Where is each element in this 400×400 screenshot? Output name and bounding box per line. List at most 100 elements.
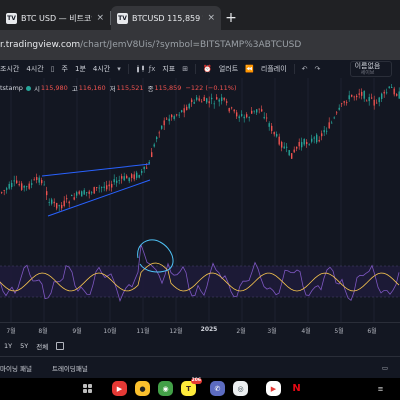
- toolbar-divider: [195, 64, 197, 74]
- candle-body: [206, 98, 208, 103]
- url-path: /chart/JemV8Uis/?symbol=BITSTAMP%3ABTCUS…: [80, 40, 302, 50]
- candle-body: [396, 94, 398, 96]
- candle-body: [358, 93, 360, 95]
- candle-body: [48, 202, 50, 203]
- chart-canvas[interactable]: [0, 78, 400, 322]
- candle-body: [118, 180, 120, 181]
- candle-body: [218, 99, 220, 102]
- candle-body: [216, 97, 218, 100]
- url-text[interactable]: r.tradingview.com/chart/JemV8Uis/?symbol…: [0, 40, 301, 50]
- candle-body: [36, 177, 38, 180]
- close-icon[interactable]: ×: [96, 13, 104, 23]
- candle-body: [168, 118, 170, 122]
- tab-trading-panel[interactable]: 트레이딩패널: [52, 363, 88, 373]
- alert-button[interactable]: 얼러트: [219, 64, 238, 74]
- youtube-icon[interactable]: ▶: [266, 381, 281, 396]
- interval-4h-alt[interactable]: 4시간: [93, 64, 110, 74]
- symbol-name[interactable]: tstamp: [0, 84, 23, 92]
- templates-grid-icon[interactable]: ⊞: [182, 65, 188, 73]
- open-value: 115,980: [40, 84, 68, 92]
- candle-body: [53, 201, 55, 204]
- candle-body: [301, 142, 303, 148]
- candle-body: [101, 186, 103, 188]
- candle-body: [373, 99, 375, 106]
- candle-body: [388, 86, 390, 88]
- time-tick: 12월: [169, 328, 183, 335]
- candle-body: [41, 180, 43, 184]
- close-icon[interactable]: ×: [207, 13, 215, 23]
- candle-body: [203, 97, 205, 102]
- browser-tab-2[interactable]: TV BTCUSD 115,859 ▼ −0.11% ×: [111, 6, 221, 30]
- range-1y-button[interactable]: 1Y: [4, 342, 12, 350]
- alert-clock-icon[interactable]: ⏰: [203, 65, 212, 73]
- price-chart[interactable]: [0, 78, 400, 322]
- kakaotalk-app-icon[interactable]: T 206: [181, 378, 202, 396]
- layout-save-button[interactable]: 이름없음 세이브: [350, 61, 392, 77]
- candle-icon[interactable]: [136, 65, 146, 73]
- browser-tab-strip: TV BTC USD — 비트코인 가격 및 × TV BTCUSD 115,8…: [0, 0, 400, 30]
- candle-body: [381, 93, 383, 99]
- flag-app-icon[interactable]: ▶: [112, 381, 127, 396]
- range-5y-button[interactable]: 5Y: [20, 342, 28, 350]
- grid-icon[interactable]: [83, 384, 92, 393]
- replay-button[interactable]: 리플레이: [261, 64, 287, 74]
- candle-body: [201, 101, 203, 103]
- candle-body: [393, 88, 395, 95]
- indicators-button[interactable]: 지표: [162, 64, 175, 74]
- candle-body: [173, 116, 175, 119]
- candle-body: [28, 183, 30, 189]
- candle-body: [1, 192, 3, 194]
- recent-apps-icon[interactable]: ≡: [373, 381, 388, 396]
- interval-1m[interactable]: 1분: [75, 64, 86, 74]
- phone-app-icon[interactable]: ✆: [210, 381, 225, 396]
- candle-body: [98, 187, 100, 189]
- new-tab-button[interactable]: +: [221, 6, 241, 30]
- browser-tab-1[interactable]: TV BTC USD — 비트코인 가격 및 ×: [0, 6, 110, 30]
- more-icon[interactable]: ▭: [382, 364, 388, 372]
- candle-body: [233, 109, 235, 112]
- range-all-button[interactable]: 전체: [36, 341, 48, 351]
- candle-body: [306, 142, 308, 145]
- toolbar-divider: [127, 64, 129, 74]
- candle-style-icon[interactable]: ▯: [51, 65, 55, 73]
- undo-icon[interactable]: ↶: [302, 65, 308, 73]
- candle-body: [283, 146, 285, 149]
- candle-body: [111, 183, 113, 188]
- browser-app-icon[interactable]: ◎: [233, 381, 248, 396]
- candle-body: [331, 122, 333, 124]
- candle-body: [278, 136, 280, 145]
- candle-body: [368, 97, 370, 102]
- candle-body: [33, 179, 35, 181]
- candle-body: [18, 184, 20, 186]
- replay-icon[interactable]: ⏪: [245, 65, 254, 73]
- candle-body: [63, 200, 65, 207]
- interval-4h[interactable]: 4시간: [26, 64, 43, 74]
- indicators-fx-icon[interactable]: ƒx: [149, 65, 156, 73]
- time-tick: 9월: [72, 328, 82, 335]
- time-axis[interactable]: 7월 8월 9월 10월 11월 12월 2025 2월 3월 4월 5월 6월: [0, 322, 400, 336]
- candle-body: [323, 130, 325, 133]
- interval-week[interactable]: 주: [62, 64, 68, 74]
- candle-body: [71, 194, 73, 197]
- candle-body: [11, 182, 13, 188]
- address-bar[interactable]: r.tradingview.com/chart/JemV8Uis/?symbol…: [0, 30, 400, 60]
- tab-mining-panel[interactable]: 마이닝 패널: [0, 363, 32, 373]
- candle-body: [353, 96, 355, 98]
- candle-body: [338, 107, 340, 110]
- camera-app-icon[interactable]: ◉: [158, 381, 173, 396]
- taskbar: ▶ ● ◉ T 206 ✆ ◎ ▶ N ≡: [0, 378, 400, 400]
- candle-body: [88, 191, 90, 194]
- chevron-down-icon[interactable]: ▾: [117, 65, 121, 73]
- close-value: 115,859: [154, 84, 182, 92]
- redo-icon[interactable]: ↷: [315, 65, 321, 73]
- candle-body: [83, 190, 85, 195]
- candle-body: [171, 114, 173, 118]
- candle-body: [128, 177, 130, 182]
- candle-body: [293, 149, 295, 153]
- netflix-icon[interactable]: N: [289, 381, 304, 396]
- message-app-icon[interactable]: ●: [135, 381, 150, 396]
- candle-body: [8, 183, 10, 189]
- calendar-icon[interactable]: [56, 342, 65, 350]
- interval-daily[interactable]: 조시간: [0, 64, 19, 74]
- toolbar-divider: [293, 64, 295, 74]
